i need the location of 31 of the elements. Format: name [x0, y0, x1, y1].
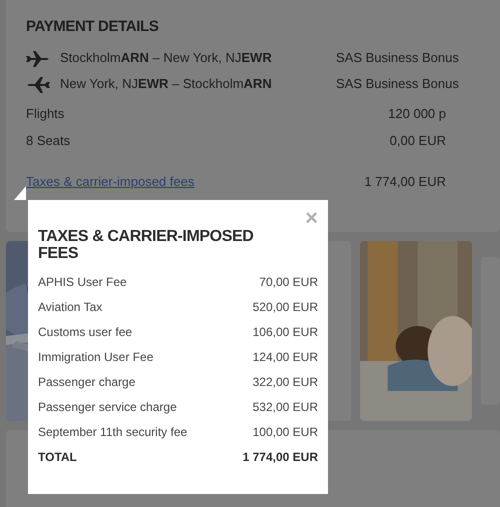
fee-label: APHIS User Fee: [38, 274, 127, 290]
line-amount: 0,00 EUR: [388, 132, 446, 150]
fee-label: Immigration User Fee: [38, 348, 154, 366]
fee-amount: 106,00 EUR: [252, 324, 318, 340]
plane-landing-icon: [26, 74, 50, 94]
fee-label: Customs user fee: [38, 324, 132, 340]
line-label: Flights: [26, 104, 66, 123]
line-amount: 120 000 p: [387, 104, 446, 123]
route-text: StockholmARN – New York, NJEWR: [60, 49, 273, 68]
fees-link[interactable]: Taxes & carrier-imposed fees: [26, 174, 194, 189]
fee-label: Aviation Tax: [38, 298, 102, 316]
line-label: 8 Seats: [26, 132, 72, 150]
total-amount: 1 774,00 EUR: [242, 448, 318, 466]
fee-label: Passenger charge: [38, 374, 136, 390]
fee-label: Passenger service charge: [38, 398, 177, 416]
fare-type: SAS Business Bonus: [336, 49, 459, 68]
fee-amount: 70,00 EUR: [259, 274, 318, 290]
fee-amount: 520,00 EUR: [252, 298, 318, 316]
fee-amount: 322,00 EUR: [252, 374, 318, 390]
fees-amount: 1 774,00 EUR: [363, 172, 446, 191]
fee-amount: 124,00 EUR: [252, 348, 318, 366]
fee-amount: 532,00 EUR: [252, 398, 318, 416]
fee-label: September 11th security fee: [38, 424, 188, 440]
fare-type: SAS Business Bonus: [336, 75, 459, 94]
plane-icon: [26, 48, 50, 68]
section-title: PAYMENT DETAILS: [26, 18, 160, 36]
close-button[interactable]: ×: [305, 208, 318, 228]
fee-amount: 100,00 EUR: [252, 424, 318, 440]
popup-title: TAXES & CARRIER-IMPOSED FEES: [38, 228, 254, 262]
route-text: New York, NJEWR – StockholmARN: [60, 75, 273, 94]
total-label: TOTAL: [38, 448, 77, 466]
